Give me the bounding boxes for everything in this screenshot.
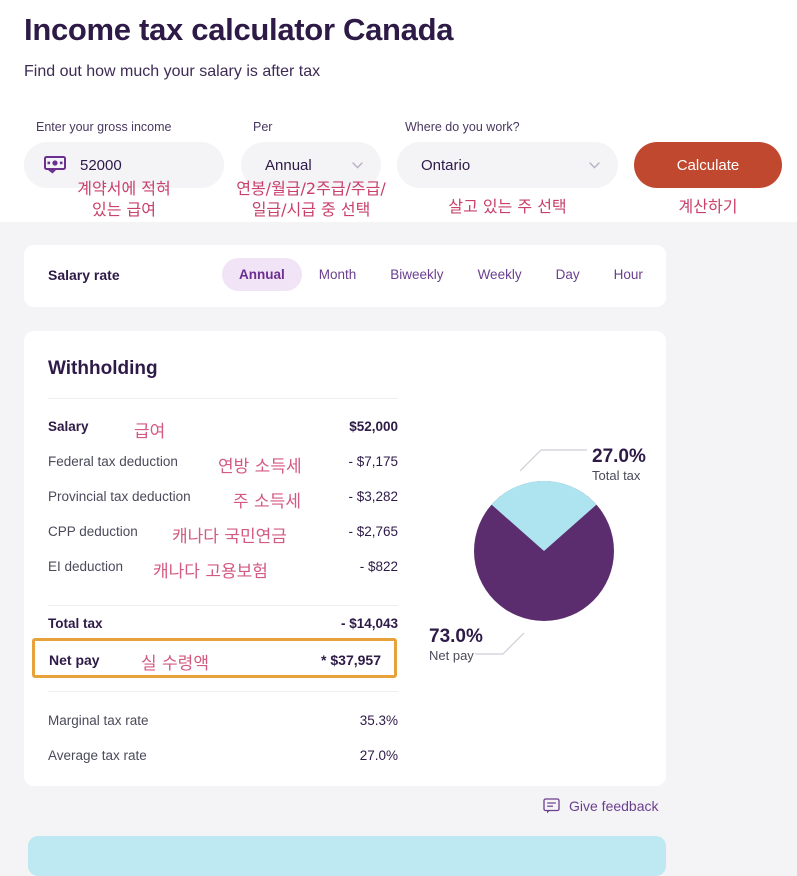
table-row: Marginal tax rate 35.3% (48, 713, 398, 733)
row-annotation: 캐나다 고용보험 (153, 562, 268, 582)
divider (48, 605, 398, 606)
page-subtitle: Find out how much your salary is after t… (24, 63, 321, 80)
chevron-down-icon (589, 161, 600, 169)
divider (48, 398, 398, 399)
tab-weekly[interactable]: Weekly (461, 258, 539, 291)
chevron-down-icon (352, 161, 363, 169)
row-value: - $7,175 (348, 454, 398, 469)
annotation-income-line1: 계약서에 적혀 (77, 179, 171, 198)
give-feedback-button[interactable]: Give feedback (543, 798, 659, 814)
annotation-calculate: 계산하기 (678, 197, 738, 216)
per-field-label: Per (253, 120, 273, 134)
annotation-where: 살고 있는 주 선택 (448, 197, 567, 216)
table-row: Salary 급여 $52,000 (48, 419, 398, 442)
annotation-per-line2: 일급/시급 중 선택 (251, 200, 371, 219)
pie-callout-total-tax: 27.0% Total tax (592, 446, 646, 484)
tab-day[interactable]: Day (539, 258, 597, 291)
table-row: Federal tax deduction 연방 소득세 - $7,175 (48, 454, 398, 477)
annotation-income-line2: 있는 급여 (92, 200, 156, 219)
annotation-per: 연봉/월급/2주급/주급/ 일급/시급 중 선택 (221, 178, 401, 220)
table-row: EI deduction 캐나다 고용보험 - $822 (48, 559, 398, 582)
money-bill-icon (44, 156, 66, 174)
tab-month[interactable]: Month (302, 258, 374, 291)
salary-rate-tabs: Annual Month Biweekly Weekly Day Hour (222, 258, 660, 291)
annotation-per-line1: 연봉/월급/2주급/주급/ (236, 179, 386, 198)
pie-callout-total-tax-percent: 27.0% (592, 446, 646, 467)
give-feedback-label: Give feedback (569, 798, 659, 814)
net-pay-value: * $37,957 (321, 652, 381, 668)
salary-rate-label: Salary rate (48, 267, 120, 283)
calculate-button[interactable]: Calculate (634, 142, 782, 188)
where-field-label: Where do you work? (405, 120, 520, 134)
marginal-tax-rate-value: 35.3% (359, 713, 398, 728)
marginal-tax-rate-label: Marginal tax rate (48, 713, 149, 728)
withholding-title: Withholding (48, 358, 158, 379)
bottom-promo-card[interactable] (28, 836, 666, 876)
total-tax-label: Total tax (48, 616, 103, 631)
pie-callout-net-pay-name: Net pay (429, 648, 474, 663)
province-select[interactable]: Ontario (397, 142, 618, 188)
row-annotation: 주 소득세 (233, 492, 301, 512)
row-label: EI deduction (48, 559, 124, 574)
net-pay-label: Net pay (49, 652, 100, 668)
comment-icon (543, 798, 560, 814)
row-label: Salary (48, 419, 89, 434)
average-tax-rate-label: Average tax rate (48, 748, 147, 763)
row-value: - $822 (359, 559, 398, 574)
row-value: $52,000 (349, 419, 398, 434)
page-title: Income tax calculator Canada (24, 12, 454, 47)
salary-rate-card: Salary rate Annual Month Biweekly Weekly… (24, 245, 666, 307)
row-value: - $2,765 (348, 524, 398, 539)
pie-callout-total-tax-name: Total tax (592, 468, 641, 483)
pie-callout-net-pay: 73.0% Net pay (429, 626, 483, 664)
row-annotation: 급여 (134, 422, 166, 442)
total-tax-value: - $14,043 (340, 616, 398, 631)
net-pay-highlight: Net pay 실 수령액 * $37,957 (32, 638, 397, 678)
row-value: - $3,282 (348, 489, 398, 504)
divider (48, 691, 398, 692)
tab-annual[interactable]: Annual (222, 258, 302, 291)
table-row: CPP deduction 캐나다 국민연금 - $2,765 (48, 524, 398, 547)
average-tax-rate-value: 27.0% (359, 748, 398, 763)
row-annotation: 캐나다 국민연금 (172, 527, 287, 547)
province-select-value: Ontario (421, 156, 471, 174)
row-label: Federal tax deduction (48, 454, 178, 469)
income-field-label: Enter your gross income (36, 120, 172, 134)
total-tax-row: Total tax - $14,043 (48, 616, 398, 636)
table-row: Provincial tax deduction 주 소득세 - $3,282 (48, 489, 398, 512)
row-label: Provincial tax deduction (48, 489, 191, 504)
table-row: Average tax rate 27.0% (48, 748, 398, 768)
tax-breakdown-pie-chart: 27.0% Total tax 73.0% Net pay (404, 426, 666, 691)
row-annotation: 연방 소득세 (218, 457, 302, 477)
callout-line-tax (519, 449, 587, 472)
row-label: CPP deduction (48, 524, 138, 539)
pie-callout-net-pay-percent: 73.0% (429, 626, 483, 647)
net-pay-annotation: 실 수령액 (141, 654, 209, 674)
withholding-card: Withholding Salary 급여 $52,000 Federal ta… (24, 331, 666, 786)
annotation-income: 계약서에 적혀 있는 급여 (24, 178, 224, 220)
per-select-value: Annual (265, 156, 312, 174)
tab-biweekly[interactable]: Biweekly (373, 258, 460, 291)
income-input-value: 52000 (80, 156, 122, 174)
tab-hour[interactable]: Hour (597, 258, 660, 291)
